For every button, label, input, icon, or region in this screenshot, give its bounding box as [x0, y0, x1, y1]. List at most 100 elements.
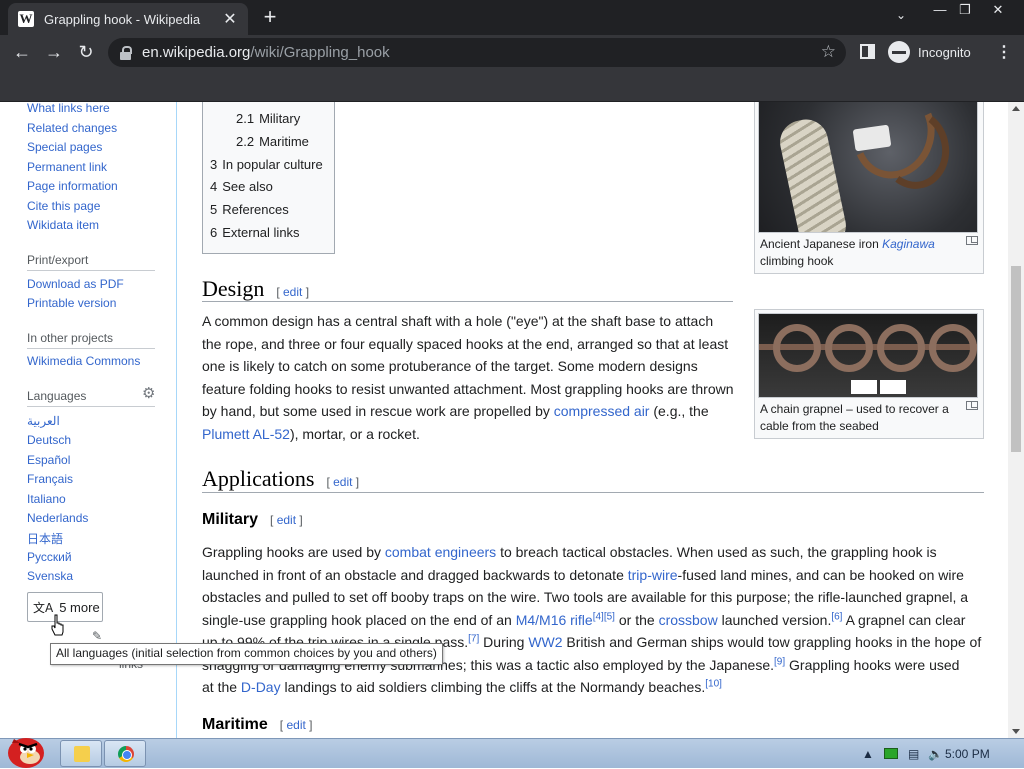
- link-kaginawa[interactable]: Kaginawa: [882, 237, 935, 251]
- language-link[interactable]: Svenska: [27, 569, 73, 583]
- chrome-icon: [118, 746, 134, 762]
- link-d-day[interactable]: D-Day: [241, 679, 281, 695]
- browser-menu-icon[interactable]: ⋮: [996, 42, 1012, 62]
- chain-grapnel-image[interactable]: [758, 313, 978, 398]
- volume-icon[interactable]: 🔈: [928, 747, 943, 761]
- language-link[interactable]: Deutsch: [27, 433, 71, 447]
- forward-arrow-icon[interactable]: →: [42, 40, 66, 64]
- minimize-icon[interactable]: —: [928, 2, 952, 17]
- sidebar-link-wikidata-item[interactable]: Wikidata item: [27, 218, 99, 232]
- kaginawa-image[interactable]: [758, 102, 978, 233]
- link-ww2[interactable]: WW2: [528, 634, 562, 650]
- enlarge-icon[interactable]: [966, 236, 978, 245]
- figure-chain-grapnel: A chain grapnel – used to recover a cabl…: [754, 309, 984, 439]
- hand-cursor-icon: [51, 614, 64, 636]
- subsection-heading-military: Military[ edit ]: [202, 511, 303, 528]
- language-settings-gear-icon[interactable]: ⚙: [142, 386, 157, 401]
- language-link[interactable]: Français: [27, 472, 73, 486]
- language-link[interactable]: Nederlands: [27, 511, 88, 525]
- ref-link[interactable]: [9]: [774, 656, 785, 667]
- section-heading-design: Design[ edit ]: [202, 276, 310, 301]
- more-languages-button[interactable]: 文A 5 more: [27, 592, 103, 622]
- toc-item[interactable]: 2.2 Maritime: [236, 134, 309, 149]
- browser-tab[interactable]: W Grappling hook - Wikipedia ✕: [8, 3, 248, 35]
- link-crossbow[interactable]: crossbow: [659, 612, 718, 628]
- scroll-up-icon[interactable]: [1012, 106, 1020, 111]
- edit-section-link[interactable]: [ edit ]: [270, 513, 303, 527]
- incognito-indicator[interactable]: Incognito: [888, 39, 971, 65]
- tab-close-icon[interactable]: ✕: [222, 9, 238, 29]
- link-combat-engineers[interactable]: combat engineers: [385, 544, 496, 560]
- link-plumett[interactable]: Plumett AL-52: [202, 426, 290, 442]
- table-of-contents: 2.1 Military 2.2 Maritime 3 In popular cult…: [202, 102, 335, 254]
- sidebar-link-related-changes[interactable]: Related changes: [27, 121, 117, 135]
- edit-links-link[interactable]: ✎Edit links: [92, 629, 143, 671]
- languages-tooltip: All languages (initial selection from co…: [50, 643, 443, 665]
- lock-icon[interactable]: [120, 45, 132, 60]
- sidebar-link-page-information[interactable]: Page information: [27, 179, 118, 193]
- reload-icon[interactable]: ↻: [74, 40, 98, 64]
- more-languages-label: 5 more: [59, 599, 100, 615]
- restore-icon[interactable]: ❐: [953, 2, 977, 18]
- language-link[interactable]: Español: [27, 453, 70, 467]
- ref-link[interactable]: [10]: [705, 678, 722, 689]
- toc-item[interactable]: 2.1 Military: [236, 111, 300, 126]
- battery-icon[interactable]: [884, 748, 898, 759]
- sidebar-link-printable-version[interactable]: Printable version: [27, 296, 116, 310]
- languages-heading: Languages: [27, 389, 87, 403]
- back-arrow-icon[interactable]: ←: [10, 40, 34, 64]
- subsection-heading-maritime: Maritime[ edit ]: [202, 716, 313, 733]
- scroll-thumb[interactable]: [1011, 266, 1021, 452]
- sidebar-link-wikimedia-commons[interactable]: Wikimedia Commons: [27, 354, 140, 368]
- toc-item[interactable]: 4 See also: [210, 179, 273, 194]
- sidebar-link-permanent-link[interactable]: Permanent link: [27, 160, 107, 174]
- wikipedia-favicon-icon: W: [18, 11, 34, 27]
- sidebar-link-cite-this-page[interactable]: Cite this page: [27, 199, 100, 213]
- edit-section-link[interactable]: [ edit ]: [276, 285, 309, 299]
- ref-link[interactable]: [6]: [831, 611, 842, 622]
- ref-link[interactable]: [4][5]: [593, 611, 615, 622]
- tray-expand-icon[interactable]: ▲: [862, 747, 874, 761]
- side-panel-icon[interactable]: [860, 44, 875, 59]
- language-link[interactable]: Italiano: [27, 492, 66, 506]
- taskbar-explorer-button[interactable]: [60, 740, 102, 767]
- toc-item[interactable]: 6 External links: [210, 225, 300, 240]
- tab-title: Grappling hook - Wikipedia: [44, 11, 201, 27]
- ref-link[interactable]: [7]: [468, 633, 479, 644]
- toc-item[interactable]: 5 References: [210, 202, 289, 217]
- scroll-down-icon[interactable]: [1012, 729, 1020, 734]
- network-icon[interactable]: ▤: [908, 747, 919, 761]
- address-bar[interactable]: en.wikipedia.org/wiki/Grappling_hook ☆: [108, 38, 846, 67]
- link-compressed-air[interactable]: compressed air: [554, 403, 650, 419]
- language-link[interactable]: 日本語: [27, 530, 63, 547]
- heading-rule: [202, 492, 984, 493]
- taskbar-clock[interactable]: 5:00 PM: [945, 747, 990, 761]
- url-text[interactable]: en.wikipedia.org/wiki/Grappling_hook: [142, 44, 390, 61]
- pencil-icon: ✎: [92, 629, 103, 643]
- new-tab-icon[interactable]: +: [258, 5, 282, 29]
- windows-taskbar: ▲ ▤ 🔈 5:00 PM: [0, 738, 1024, 768]
- sidebar-link-download-pdf[interactable]: Download as PDF: [27, 277, 124, 291]
- language-link[interactable]: العربية: [27, 414, 60, 428]
- taskbar-chrome-button[interactable]: [104, 740, 146, 767]
- incognito-label: Incognito: [918, 44, 971, 60]
- bookmark-star-icon[interactable]: ☆: [821, 42, 836, 62]
- sidebar-link-what-links-here[interactable]: What links here: [27, 102, 110, 115]
- other-projects-heading: In other projects: [27, 331, 114, 345]
- link-m4-m16-rifle[interactable]: M4/M16 rifle: [516, 612, 593, 628]
- edit-section-link[interactable]: [ edit ]: [326, 475, 359, 489]
- incognito-icon: [888, 41, 910, 63]
- sidebar-link-special-pages[interactable]: Special pages: [27, 140, 102, 154]
- language-link[interactable]: Русский: [27, 550, 72, 564]
- enlarge-icon[interactable]: [966, 401, 978, 410]
- portal-divider: [27, 406, 155, 407]
- start-button-bird-icon[interactable]: [4, 731, 48, 769]
- toc-item[interactable]: 3 In popular culture: [210, 157, 323, 172]
- print-export-heading: Print/export: [27, 253, 89, 267]
- edit-section-link[interactable]: [ edit ]: [280, 718, 313, 732]
- link-trip-wire[interactable]: trip-wire: [628, 567, 678, 583]
- window-close-icon[interactable]: ✕: [986, 2, 1010, 18]
- tab-search-chevron-icon[interactable]: ⌄: [896, 8, 906, 22]
- page-scrollbar[interactable]: [1008, 102, 1024, 738]
- tab-strip: W Grappling hook - Wikipedia ✕ + ⌄ — ❐ ✕: [0, 0, 1024, 35]
